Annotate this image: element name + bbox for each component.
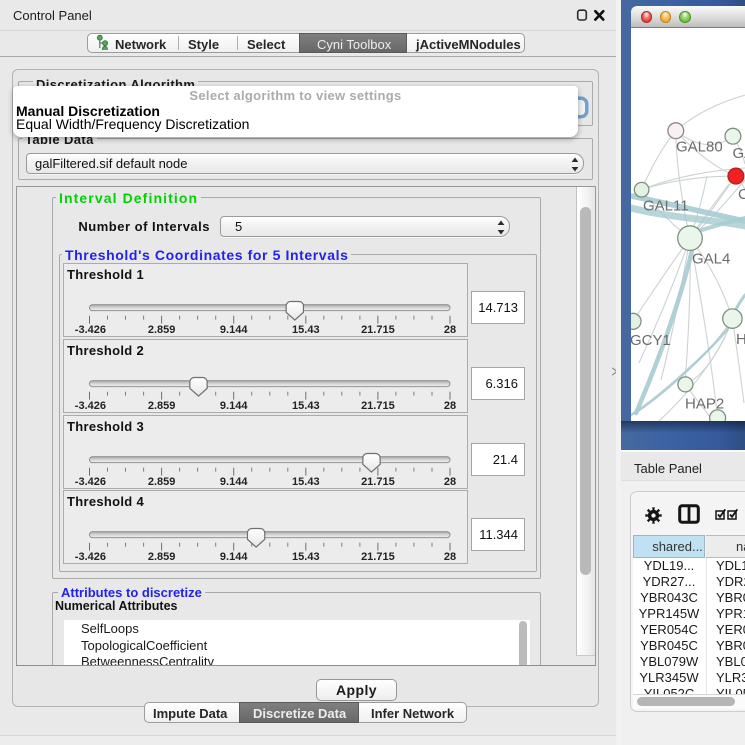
svg-text:GAL11: GAL11 xyxy=(643,198,689,215)
svg-text:-3.426: -3.426 xyxy=(75,400,106,412)
svg-text:HAP2: HAP2 xyxy=(685,396,724,413)
svg-text:21.715: 21.715 xyxy=(361,551,395,563)
svg-text:-3.426: -3.426 xyxy=(75,476,106,488)
svg-text:15.43: 15.43 xyxy=(292,324,320,336)
svg-text:C: C xyxy=(738,186,745,203)
svg-text:2.859: 2.859 xyxy=(148,324,176,336)
svg-text:-3.426: -3.426 xyxy=(75,551,106,563)
svg-text:21.715: 21.715 xyxy=(361,476,395,488)
svg-text:2.859: 2.859 xyxy=(148,476,176,488)
svg-text:H: H xyxy=(736,331,745,348)
svg-text:21.715: 21.715 xyxy=(361,400,395,412)
svg-text:28: 28 xyxy=(444,551,456,563)
svg-text:2.859: 2.859 xyxy=(148,551,176,563)
svg-text:9.144: 9.144 xyxy=(220,400,248,412)
svg-text:GCY1: GCY1 xyxy=(631,332,671,349)
svg-text:15.43: 15.43 xyxy=(292,551,320,563)
svg-text:15.43: 15.43 xyxy=(292,476,320,488)
svg-text:15.43: 15.43 xyxy=(292,400,320,412)
svg-text:28: 28 xyxy=(444,324,456,336)
svg-text:9.144: 9.144 xyxy=(220,476,248,488)
svg-text:9.144: 9.144 xyxy=(220,551,248,563)
svg-text:28: 28 xyxy=(444,400,456,412)
svg-text:GAL4: GAL4 xyxy=(692,251,730,268)
svg-text:2.859: 2.859 xyxy=(148,400,176,412)
svg-text:GA: GA xyxy=(733,145,745,162)
svg-text:28: 28 xyxy=(444,476,456,488)
svg-text:-3.426: -3.426 xyxy=(75,324,106,336)
svg-text:GAL80: GAL80 xyxy=(676,139,723,156)
svg-text:21.715: 21.715 xyxy=(361,324,395,336)
svg-text:9.144: 9.144 xyxy=(220,324,248,336)
